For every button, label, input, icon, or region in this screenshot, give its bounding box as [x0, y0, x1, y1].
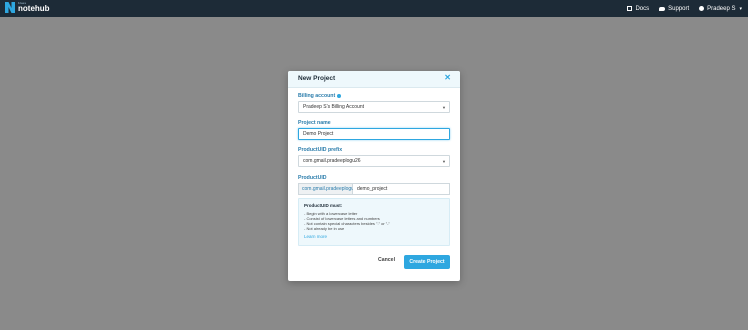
- learn-more-link[interactable]: Learn more: [304, 234, 444, 239]
- productuid-prefix-select[interactable]: com.gmail.pradeeplogu26 ▼: [298, 155, 450, 167]
- productuid-prefix-addon: com.gmail.pradeeplogu26:: [299, 184, 361, 194]
- project-name-label: Project name: [298, 120, 331, 126]
- productuid-field: com.gmail.pradeeplogu26: demo_project: [298, 183, 450, 195]
- chevron-down-icon: ▼: [442, 159, 446, 164]
- productuid-value: demo_project: [357, 186, 388, 192]
- rule-item: - Not already be in use: [304, 226, 345, 231]
- billing-account-select[interactable]: Pradeep S's Billing Account ▼: [298, 101, 450, 113]
- support-label: Support: [668, 5, 690, 12]
- project-name-input[interactable]: Demo Project: [298, 128, 450, 140]
- close-icon[interactable]: ✕: [444, 74, 451, 82]
- productuid-rules-box: ProductUID must: - Begin with a lowercas…: [298, 198, 450, 246]
- notehub-logo[interactable]: blues notehub: [5, 2, 50, 13]
- new-project-dialog: New Project ✕ Billing account Pradeep S'…: [288, 71, 460, 281]
- logo-brand-name: notehub: [18, 4, 50, 13]
- create-project-button[interactable]: Create Project: [404, 255, 450, 269]
- cancel-button[interactable]: Cancel: [378, 257, 395, 263]
- logo-text: blues notehub: [18, 2, 50, 13]
- dialog-title: New Project: [298, 75, 336, 82]
- header-nav: Docs Support Pradeep S ▾: [627, 0, 742, 17]
- productuid-prefix-value: com.gmail.pradeeplogu26: [303, 158, 361, 164]
- support-link[interactable]: Support: [659, 6, 689, 12]
- docs-label: Docs: [635, 5, 650, 12]
- user-menu[interactable]: Pradeep S ▾: [699, 6, 742, 12]
- billing-account-label-text: Billing account: [298, 93, 336, 99]
- help-icon[interactable]: [337, 93, 342, 98]
- chevron-down-icon: ▼: [442, 105, 446, 110]
- chat-bubble-icon: [659, 6, 666, 11]
- rules-title: ProductUID must:: [304, 203, 343, 208]
- project-name-value: Demo Project: [303, 131, 334, 137]
- docs-icon: [627, 6, 633, 11]
- docs-link[interactable]: Docs: [627, 6, 649, 12]
- productuid-label: ProductUID: [298, 175, 327, 181]
- billing-account-value: Pradeep S's Billing Account: [303, 104, 364, 110]
- productuid-prefix-label: ProductUID prefix: [298, 147, 343, 153]
- top-navbar: blues notehub Docs Support Pradeep S ▾: [0, 0, 748, 17]
- user-avatar-icon: [699, 6, 705, 11]
- billing-account-label: Billing account: [298, 93, 342, 99]
- productuid-input[interactable]: demo_project: [353, 184, 449, 194]
- dialog-header: New Project ✕: [288, 71, 460, 88]
- user-name: Pradeep S: [707, 5, 736, 12]
- chevron-down-icon: ▾: [739, 5, 742, 12]
- notehub-logo-icon: [5, 2, 15, 13]
